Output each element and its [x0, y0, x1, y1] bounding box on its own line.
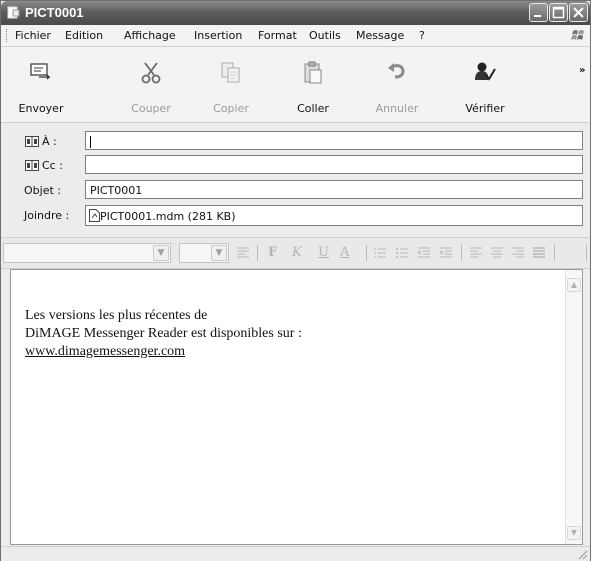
toolbar-separator	[586, 245, 587, 261]
font-color-button[interactable]: A	[340, 245, 349, 260]
subject-row: Objet : PICT0001	[1, 179, 590, 201]
maximize-icon	[552, 6, 565, 19]
cc-label[interactable]: Cc :	[42, 159, 63, 172]
text-caret	[90, 136, 91, 148]
attachment-name[interactable]: PICT0001.mdm (281 KB)	[100, 210, 236, 223]
to-row: À :	[1, 130, 590, 152]
body-line-1: Les versions les plus récentes de	[25, 308, 208, 323]
menu-grip[interactable]	[6, 29, 10, 42]
close-button[interactable]	[569, 3, 588, 22]
scroll-down-icon[interactable]: ▼	[567, 526, 581, 540]
window-title: PICT0001	[25, 5, 84, 20]
toolbar-separator	[461, 245, 462, 261]
copy-icon	[221, 62, 240, 83]
paragraph-style-icon[interactable]	[236, 246, 250, 260]
menu-fichier[interactable]: Fichier	[15, 29, 51, 42]
undo-icon	[388, 63, 405, 79]
menu-affichage[interactable]: Affichage	[124, 29, 176, 42]
menu-outils[interactable]: Outils	[309, 29, 341, 42]
check-names-label: Vérifier	[465, 102, 505, 115]
numbered-list-icon[interactable]	[373, 246, 387, 260]
cc-row: Cc :	[1, 154, 590, 176]
subject-field[interactable]: PICT0001	[85, 180, 583, 199]
send-button[interactable]: Envoyer	[11, 47, 71, 122]
italic-button[interactable]: K	[292, 245, 302, 260]
undo-label: Annuler	[375, 102, 419, 115]
cut-label: Couper	[131, 102, 171, 115]
toolbar-separator	[366, 245, 367, 261]
align-center-icon[interactable]	[490, 246, 504, 260]
message-header: À : Cc : Objet : PICT0001 Joindre : PICT…	[1, 123, 590, 236]
scissors-icon	[141, 62, 161, 84]
message-body[interactable]: Les versions les plus récentes de DiMAGE…	[10, 269, 583, 545]
paste-button[interactable]: Coller	[287, 47, 339, 122]
justify-icon[interactable]	[532, 246, 546, 260]
undo-button[interactable]: Annuler	[367, 47, 427, 122]
menu-edition[interactable]: Edition	[65, 29, 103, 42]
align-right-icon[interactable]	[511, 246, 525, 260]
attach-row: Joindre : PICT0001.mdm (281 KB)	[1, 204, 590, 226]
attachment-file-icon	[89, 209, 100, 222]
underline-button[interactable]: U	[318, 245, 329, 260]
font-name-select[interactable]: ▼	[3, 243, 171, 263]
menu-insertion[interactable]: Insertion	[194, 29, 242, 42]
check-names-icon	[475, 62, 496, 81]
align-left-icon[interactable]	[469, 246, 483, 260]
check-names-button[interactable]: Vérifier	[457, 47, 513, 122]
message-window: PICT0001 Fichier Edition Affichage Inser…	[0, 0, 591, 561]
bullet-list-icon[interactable]	[395, 246, 409, 260]
menu-help[interactable]: ?	[419, 29, 425, 42]
send-icon	[30, 63, 51, 80]
body-line-2: DiMAGE Messenger Reader est disponibles …	[25, 326, 302, 341]
menu-format[interactable]: Format	[258, 29, 297, 42]
chevron-down-icon[interactable]: ▼	[153, 245, 169, 261]
address-book-icon	[25, 160, 39, 171]
font-size-select[interactable]: ▼	[179, 243, 229, 263]
to-field[interactable]	[85, 131, 583, 150]
paste-icon	[304, 61, 322, 84]
vertical-scrollbar[interactable]: ▲ ▼	[565, 270, 582, 544]
title-bar[interactable]: PICT0001	[1, 1, 590, 25]
attach-field[interactable]: PICT0001.mdm (281 KB)	[85, 205, 583, 226]
cc-field[interactable]	[85, 155, 583, 174]
mail-window-icon	[7, 6, 20, 19]
chevron-down-icon[interactable]: ▼	[211, 245, 227, 261]
close-icon	[573, 7, 584, 18]
minimize-button[interactable]	[529, 3, 548, 22]
subject-label: Objet :	[24, 184, 61, 197]
message-text: Les versions les plus récentes de DiMAGE…	[25, 307, 302, 361]
menu-message[interactable]: Message	[356, 29, 404, 42]
standard-toolbar: Envoyer Couper Copier Coller Annuler Vér…	[1, 47, 590, 123]
bold-button[interactable]: F	[268, 245, 277, 260]
scroll-up-icon[interactable]: ▲	[567, 278, 581, 292]
paste-label: Coller	[297, 102, 329, 115]
copy-label: Copier	[213, 102, 249, 115]
menu-bar: Fichier Edition Affichage Insertion Form…	[1, 25, 590, 47]
attach-label: Joindre :	[24, 209, 70, 222]
resize-grip-icon[interactable]	[578, 550, 588, 560]
to-label[interactable]: À :	[42, 135, 57, 148]
send-label: Envoyer	[18, 102, 64, 115]
formatting-toolbar: ▼ ▼ F K U A	[1, 237, 590, 269]
toolbar-separator	[257, 245, 258, 261]
cut-button[interactable]: Couper	[123, 47, 179, 122]
copy-button[interactable]: Copier	[203, 47, 259, 122]
website-link[interactable]: www.dimagemessenger.com	[25, 343, 302, 361]
maximize-button[interactable]	[549, 3, 568, 22]
address-book-icon	[25, 136, 39, 147]
decrease-indent-icon[interactable]	[417, 246, 431, 260]
status-bar	[1, 546, 590, 561]
toolbar-separator	[554, 245, 555, 261]
increase-indent-icon[interactable]	[439, 246, 453, 260]
minimize-icon	[534, 15, 541, 17]
windows-logo-icon	[571, 30, 584, 40]
toolbar-overflow-chevron[interactable]: »	[579, 65, 585, 76]
